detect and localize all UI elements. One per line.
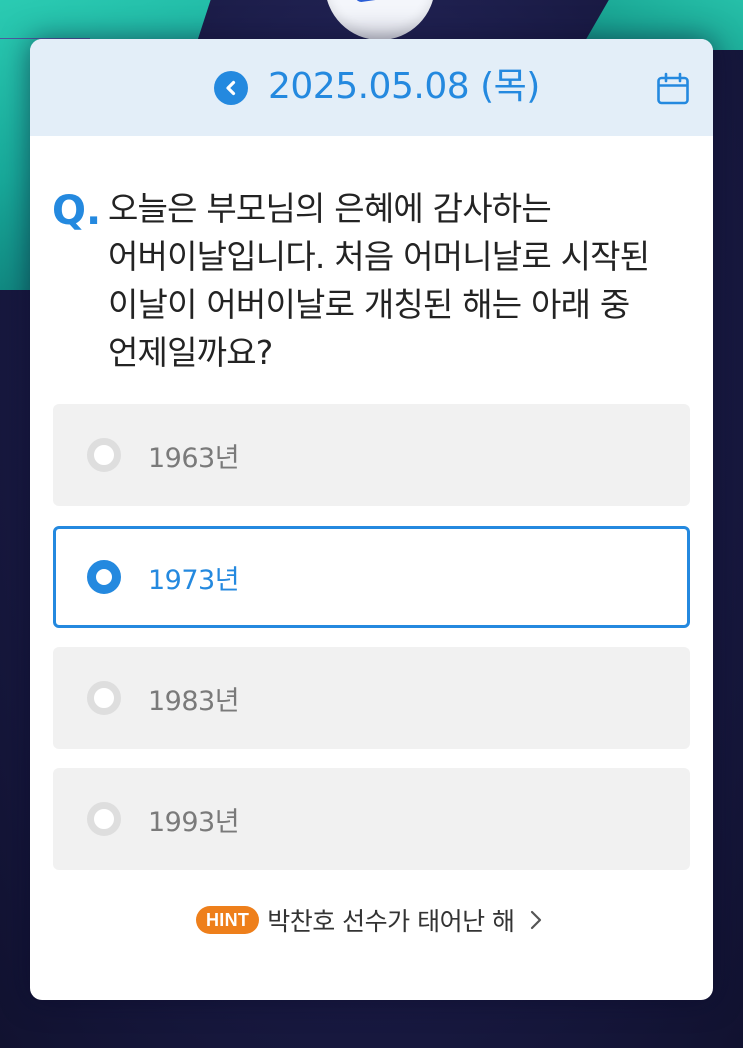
answer-option[interactable]: 1973년: [53, 526, 690, 628]
date-title: 2025.05.08 (목): [268, 66, 540, 107]
answer-option-label: 1973년: [148, 564, 240, 596]
radio-button[interactable]: [87, 438, 121, 472]
card-header: 2025.05.08 (목): [30, 39, 713, 136]
radio-button[interactable]: [87, 681, 121, 715]
hint-badge: HINT: [196, 906, 260, 934]
quiz-card: 2025.05.08 (목) Q. 오늘은 부모님의 은혜에 감사하는 어버이날…: [30, 39, 713, 1000]
radio-button[interactable]: [87, 560, 121, 594]
chevron-right-icon: [530, 910, 541, 930]
hint-link[interactable]: HINT 박찬호 선수가 태어난 해: [196, 903, 543, 937]
question-marker: Q.: [52, 188, 102, 234]
answer-option[interactable]: 1993년: [53, 768, 690, 870]
calendar-icon[interactable]: [656, 72, 690, 106]
answer-option[interactable]: 1983년: [53, 647, 690, 749]
hint-text: 박찬호 선수가 태어난 해: [267, 907, 515, 936]
previous-date-button[interactable]: [214, 71, 248, 105]
radio-button[interactable]: [87, 802, 121, 836]
answer-option-label: 1983년: [148, 685, 240, 717]
answer-option-label: 1963년: [148, 442, 240, 474]
answer-option[interactable]: 1963년: [53, 404, 690, 506]
chevron-left-icon: [226, 80, 236, 96]
mascot-bow: [354, 0, 396, 3]
question-text: 오늘은 부모님의 은혜에 감사하는 어버이날입니다. 처음 어머니날로 시작된 …: [108, 189, 650, 372]
answer-option-label: 1993년: [148, 806, 240, 838]
